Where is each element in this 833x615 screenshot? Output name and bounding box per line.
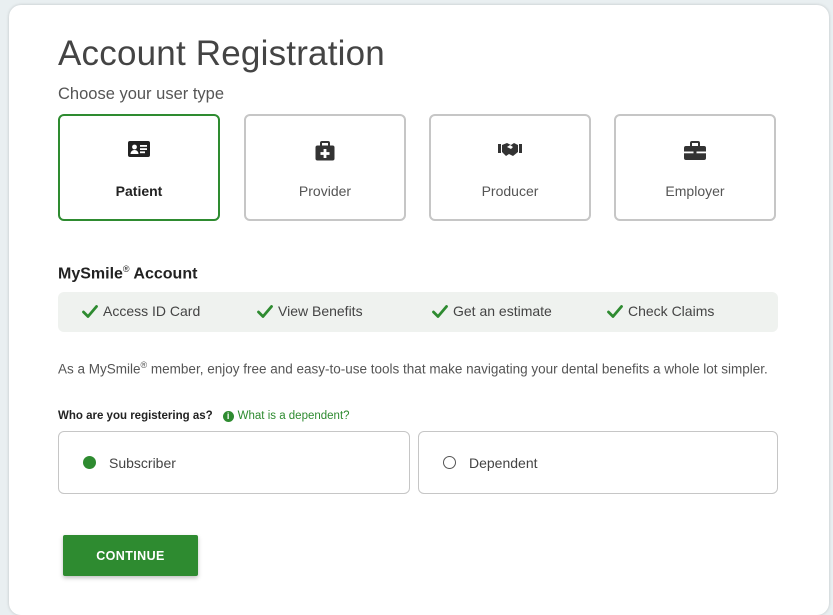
user-type-label: Patient	[115, 183, 163, 199]
question-label: Who are you registering as?	[58, 410, 213, 422]
section-title-suffix: Account	[129, 265, 198, 283]
handshake-icon	[431, 141, 589, 163]
page-title: Account Registration	[58, 34, 385, 73]
feature-view-benefits: View Benefits	[257, 303, 363, 319]
feature-label: Get an estimate	[453, 303, 552, 319]
user-type-patient[interactable]: Patient	[58, 114, 220, 221]
user-type-employer[interactable]: Employer	[614, 114, 776, 221]
check-icon	[607, 304, 623, 318]
dependent-label: Dependent	[469, 454, 538, 471]
continue-button[interactable]: CONTINUE	[63, 535, 198, 576]
section-title-brand: MySmile	[58, 265, 123, 283]
check-icon	[432, 304, 448, 318]
account-description: As a MySmile® member, enjoy free and eas…	[58, 356, 783, 379]
user-type-label: Producer	[481, 183, 539, 199]
feature-check-claims: Check Claims	[607, 303, 714, 319]
subscriber-option[interactable]: Subscriber	[58, 431, 410, 494]
radio-selected-icon	[83, 456, 96, 469]
what-is-dependent-link[interactable]: i What is a dependent?	[222, 410, 350, 422]
desc-prefix: As a MySmile	[58, 361, 141, 377]
features-bar: Access ID Card View Benefits Get an esti…	[58, 292, 778, 332]
id-card-icon	[60, 141, 218, 163]
user-type-producer[interactable]: Producer	[429, 114, 591, 221]
feature-access-id-card: Access ID Card	[82, 303, 200, 319]
subscriber-label: Subscriber	[109, 454, 176, 471]
feature-label: Access ID Card	[103, 303, 201, 319]
feature-get-estimate: Get an estimate	[432, 303, 552, 319]
check-icon	[257, 304, 273, 318]
registering-as-question: Who are you registering as? i What is a …	[58, 410, 350, 422]
page-subtitle: Choose your user type	[58, 85, 225, 103]
section-title: MySmile® Account	[58, 264, 197, 283]
briefcase-icon	[616, 141, 774, 163]
user-type-provider[interactable]: Provider	[244, 114, 406, 221]
check-icon	[82, 304, 98, 318]
info-icon: i	[222, 410, 234, 422]
feature-label: Check Claims	[628, 303, 715, 319]
radio-unselected-icon	[443, 456, 456, 469]
desc-suffix: member, enjoy free and easy-to-use tools…	[147, 361, 768, 377]
user-type-label: Provider	[298, 183, 352, 199]
dependent-option[interactable]: Dependent	[418, 431, 778, 494]
dependent-link-label: What is a dependent?	[237, 410, 350, 422]
medical-kit-icon	[246, 141, 404, 163]
feature-label: View Benefits	[278, 303, 363, 319]
trademark: ®	[122, 264, 130, 274]
user-type-label: Employer	[665, 183, 725, 199]
